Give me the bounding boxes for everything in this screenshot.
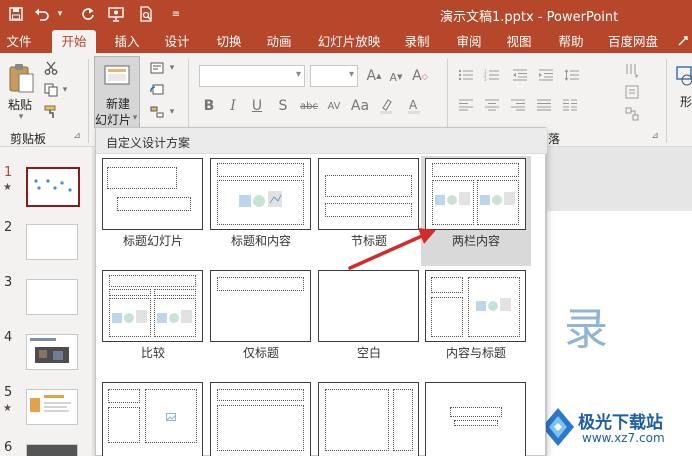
- annotation-arrow: [348, 228, 436, 270]
- arrow-shaft: [348, 234, 424, 270]
